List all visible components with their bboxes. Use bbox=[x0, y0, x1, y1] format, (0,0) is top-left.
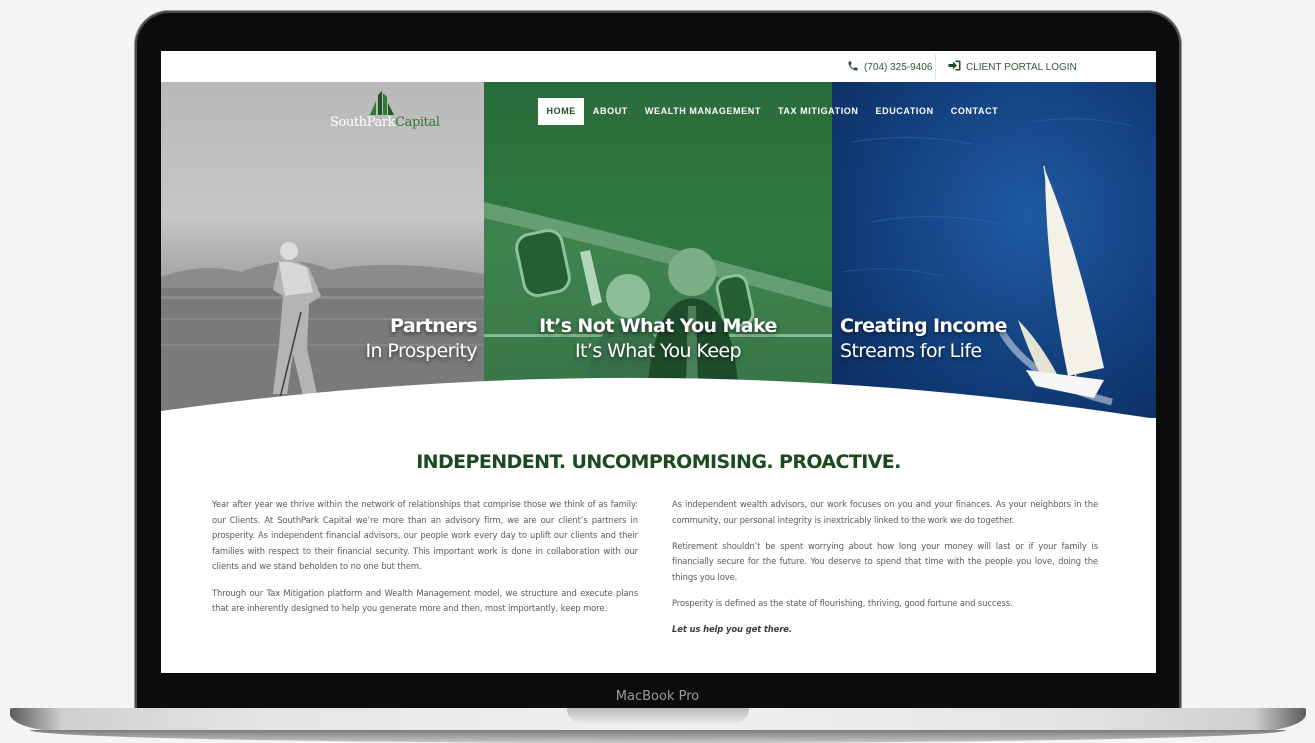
phone-link[interactable]: (704) 325-9406 bbox=[847, 60, 932, 75]
southpark-capital-logo[interactable]: SouthParkCapital bbox=[330, 91, 440, 130]
paragraph: Retirement shouldn’t be spent worrying a… bbox=[672, 540, 1098, 582]
hero-caption-line2: Streams for Life bbox=[840, 340, 982, 362]
nav-item-about[interactable]: ABOUT bbox=[584, 98, 636, 125]
paragraph: Prosperity is defined as the state of fl… bbox=[672, 598, 1013, 609]
hero-caption-sailboat: Creating Income Streams for Life bbox=[840, 314, 1008, 364]
hero-caption-line1: Creating Income bbox=[840, 315, 1008, 337]
phone-icon bbox=[847, 60, 859, 75]
client-portal-label: CLIENT PORTAL LOGIN bbox=[966, 61, 1077, 73]
nav-item-education[interactable]: EDUCATION bbox=[867, 98, 942, 125]
nav-item-wealth-management[interactable]: WEALTH MANAGEMENT bbox=[636, 98, 769, 125]
main-nav: HOME ABOUT WEALTH MANAGEMENT TAX MITIGAT… bbox=[538, 98, 1007, 125]
hero-caption-golf: Partners In Prosperity bbox=[365, 314, 478, 364]
hero-banner: SouthParkCapital Partners In Prosperity bbox=[161, 82, 1156, 418]
website-screen: (704) 325-9406 CLIENT PORTAL LOGIN South… bbox=[161, 51, 1156, 673]
phone-number: (704) 325-9406 bbox=[864, 62, 933, 73]
paragraph: Year after year we thrive within the net… bbox=[212, 499, 638, 572]
page-headline: INDEPENDENT. UNCOMPROMISING. PROACTIVE. bbox=[416, 451, 901, 473]
nav-item-home[interactable]: HOME bbox=[538, 98, 585, 125]
hero-caption-jet: It’s Not What You Make It’s What You Kee… bbox=[484, 314, 832, 364]
paragraph: As independent wealth advisors, our work… bbox=[672, 499, 1098, 525]
building-logo-icon bbox=[370, 91, 394, 115]
top-bar: (704) 325-9406 CLIENT PORTAL LOGIN bbox=[161, 51, 1156, 82]
nav-item-contact[interactable]: CONTACT bbox=[942, 98, 1007, 125]
hero-caption-line2: In Prosperity bbox=[365, 340, 478, 362]
hero-caption-line1: It’s Not What You Make bbox=[539, 315, 777, 337]
closing-tagline: Let us help you get there. bbox=[672, 624, 792, 635]
paragraph: Through our Tax Mitigation platform and … bbox=[212, 587, 638, 614]
device-label: MacBook Pro bbox=[615, 689, 700, 704]
hero-bottom-curve bbox=[161, 377, 1150, 418]
laptop-base-shadow bbox=[30, 730, 1286, 743]
logo-text-capital: Capital bbox=[395, 115, 440, 130]
intro-column-left: Year after year we thrive within the net… bbox=[212, 497, 638, 627]
hero-caption-line1: Partners bbox=[390, 315, 478, 337]
sign-in-icon bbox=[948, 60, 961, 74]
topbar-divider bbox=[935, 54, 936, 79]
nav-item-tax-mitigation[interactable]: TAX MITIGATION bbox=[769, 98, 867, 125]
client-portal-link[interactable]: CLIENT PORTAL LOGIN bbox=[948, 60, 1077, 74]
logo-text-southpark: SouthPark bbox=[330, 115, 396, 130]
laptop-notch bbox=[567, 708, 749, 723]
intro-column-right: As independent wealth advisors, our work… bbox=[672, 497, 1098, 649]
hero-caption-line2: It’s What You Keep bbox=[575, 340, 742, 362]
